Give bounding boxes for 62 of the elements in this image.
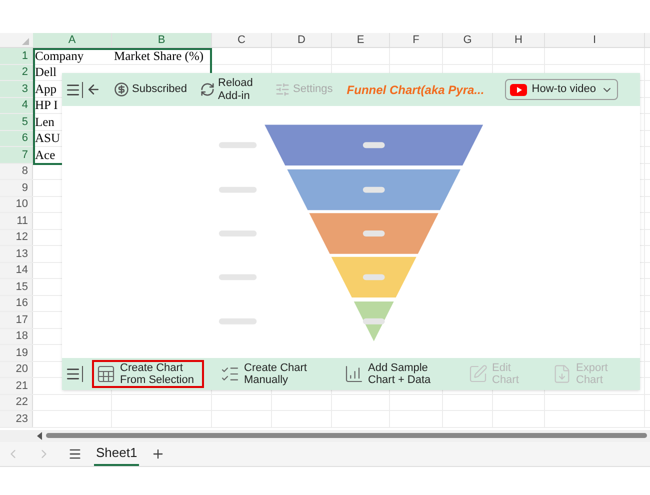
action-button[interactable]: Create Chart Manually	[216, 360, 328, 388]
cell-text: HP I	[34, 99, 58, 112]
menu-icon[interactable]	[68, 446, 82, 460]
play-icon	[510, 84, 527, 96]
cell-text: Dell	[34, 66, 57, 78]
back-icon[interactable]	[86, 82, 101, 97]
cell-text: App	[34, 82, 57, 95]
pencil-icon	[468, 364, 488, 384]
chart-title: Funnel Chart(aka Pyra...	[346, 82, 484, 98]
sheet-tab[interactable]: Sheet1	[94, 441, 140, 466]
dollar-icon	[114, 82, 129, 97]
column-header[interactable]: H	[493, 33, 545, 47]
table-icon	[96, 364, 116, 384]
menu-icon[interactable]	[65, 366, 81, 382]
action-button[interactable]: Add Sample Chart + Data	[340, 360, 452, 388]
row-header[interactable]: 5	[0, 114, 33, 130]
row-header[interactable]: 2	[0, 64, 33, 80]
download-icon	[552, 364, 572, 384]
row-header[interactable]: 18	[0, 328, 33, 344]
row-header[interactable]: 10	[0, 196, 33, 212]
row-header[interactable]: 16	[0, 296, 33, 311]
column-header[interactable]: G	[443, 33, 493, 47]
column-header[interactable]: A	[33, 33, 112, 47]
toolbar-button[interactable]: Reload Add-in	[200, 76, 262, 102]
cell-text: Market Share (%)	[113, 50, 204, 62]
cell-text: Len	[34, 116, 54, 128]
column-header[interactable]: E	[332, 33, 390, 47]
row-header[interactable]: 23	[0, 411, 33, 426]
cell-text: Company	[34, 50, 84, 62]
row-header[interactable]: 13	[0, 246, 33, 262]
row-header[interactable]: 8	[0, 164, 33, 179]
row-header[interactable]: 15	[0, 279, 33, 294]
scrollbar-thumb[interactable]	[46, 433, 647, 438]
chart-icon	[344, 364, 364, 384]
toolbar-button[interactable]: Subscribed	[114, 82, 188, 97]
menu-icon[interactable]	[65, 82, 81, 98]
row-header[interactable]: 17	[0, 312, 33, 328]
row-header[interactable]: 12	[0, 230, 33, 245]
row-header[interactable]: 20	[0, 362, 33, 377]
column-header[interactable]: B	[112, 33, 212, 47]
row-header[interactable]: 14	[0, 262, 33, 278]
row-header[interactable]: 22	[0, 394, 33, 410]
sliders-icon	[275, 82, 290, 97]
column-header[interactable]: C	[212, 33, 272, 47]
row-header[interactable]: 19	[0, 345, 33, 360]
refresh-icon	[200, 82, 216, 97]
add-sheet-icon[interactable]	[151, 446, 166, 460]
cell-text: ASU	[34, 132, 60, 144]
row-header[interactable]: 6	[0, 130, 33, 146]
row-header[interactable]: 9	[0, 180, 33, 196]
row-header[interactable]: 1	[0, 48, 33, 64]
row-header[interactable]: 11	[0, 213, 33, 228]
row-header[interactable]: 4	[0, 98, 33, 113]
row-header[interactable]: 3	[0, 81, 33, 96]
cell-text: Ace	[34, 148, 56, 161]
row-header[interactable]: 21	[0, 378, 33, 394]
column-header[interactable]: D	[272, 33, 332, 47]
how-to-video-button[interactable]: How-to video	[504, 79, 618, 100]
column-header[interactable]: I	[545, 33, 645, 47]
column-header[interactable]: F	[390, 33, 443, 47]
action-button[interactable]: Create Chart From Selection	[92, 360, 204, 388]
row-header[interactable]: 7	[0, 147, 33, 162]
